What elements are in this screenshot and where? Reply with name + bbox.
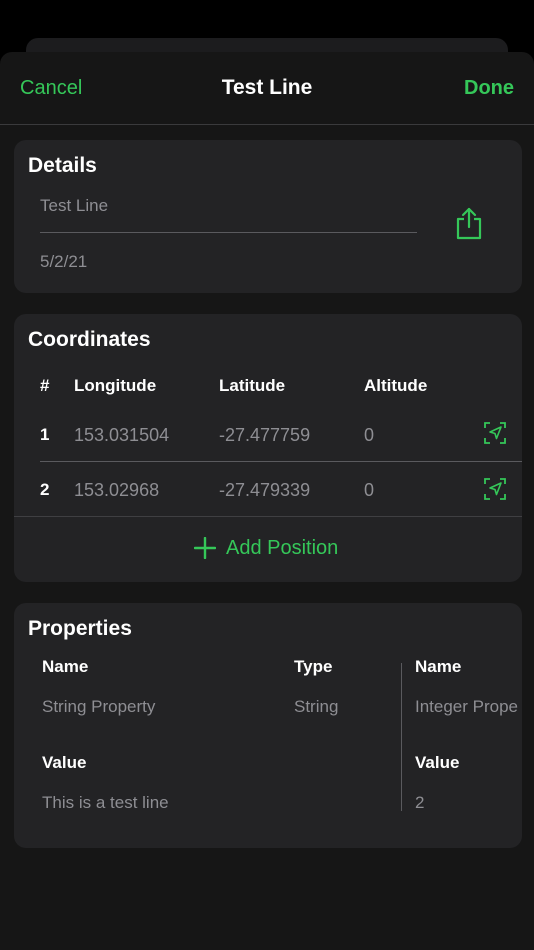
properties-card: Properties Name Type String Property Str… — [14, 603, 522, 848]
row-longitude: 153.031504 — [74, 425, 170, 445]
add-position-button[interactable]: Add Position — [194, 534, 338, 562]
property-value-label: Value — [415, 753, 460, 772]
coordinates-card: Coordinates # Longitude Latitude Altitud… — [14, 314, 522, 582]
property-value-label: Value — [42, 753, 87, 772]
locate-icon[interactable] — [483, 421, 507, 445]
date-value: 5/2/21 — [40, 252, 88, 271]
add-position-label: Add Position — [226, 536, 339, 559]
column-header-index: # — [40, 376, 50, 395]
property-name-value[interactable]: String Property — [42, 697, 155, 717]
plus-icon — [194, 537, 216, 559]
locate-icon[interactable] — [483, 477, 507, 501]
done-button[interactable]: Done — [464, 77, 514, 100]
name-field-underline — [40, 232, 417, 233]
row-latitude: -27.477759 — [219, 425, 311, 445]
share-icon[interactable] — [454, 206, 484, 240]
row-altitude: 0 — [364, 425, 375, 445]
row-index: 2 — [40, 480, 50, 499]
column-header-longitude: Longitude — [74, 376, 157, 395]
column-header-altitude: Altitude — [364, 376, 428, 395]
details-heading: Details — [28, 154, 97, 177]
property-type-label: Type — [294, 657, 333, 676]
row-index: 1 — [40, 425, 50, 444]
column-header-latitude: Latitude — [219, 376, 286, 395]
row-longitude: 153.02968 — [74, 480, 160, 500]
properties-heading: Properties — [28, 617, 132, 640]
row-altitude: 0 — [364, 480, 375, 500]
property-name-value[interactable]: Integer Prope — [415, 697, 518, 717]
row-divider — [40, 461, 522, 462]
row-latitude: -27.479339 — [219, 480, 311, 500]
details-card: Details Test Line 5/2/21 — [14, 140, 522, 293]
property-type-value[interactable]: String — [294, 697, 338, 717]
property-value[interactable]: 2 — [415, 793, 424, 813]
property-name-label: Name — [415, 657, 462, 676]
navigation-bar: Cancel Test Line Done — [0, 52, 534, 125]
section-divider — [14, 516, 522, 517]
property-value[interactable]: This is a test line — [42, 793, 169, 813]
coordinates-heading: Coordinates — [28, 328, 151, 351]
name-field[interactable]: Test Line — [40, 196, 108, 216]
property-divider — [401, 663, 402, 811]
page-title: Test Line — [221, 76, 313, 99]
property-name-label: Name — [42, 657, 89, 676]
